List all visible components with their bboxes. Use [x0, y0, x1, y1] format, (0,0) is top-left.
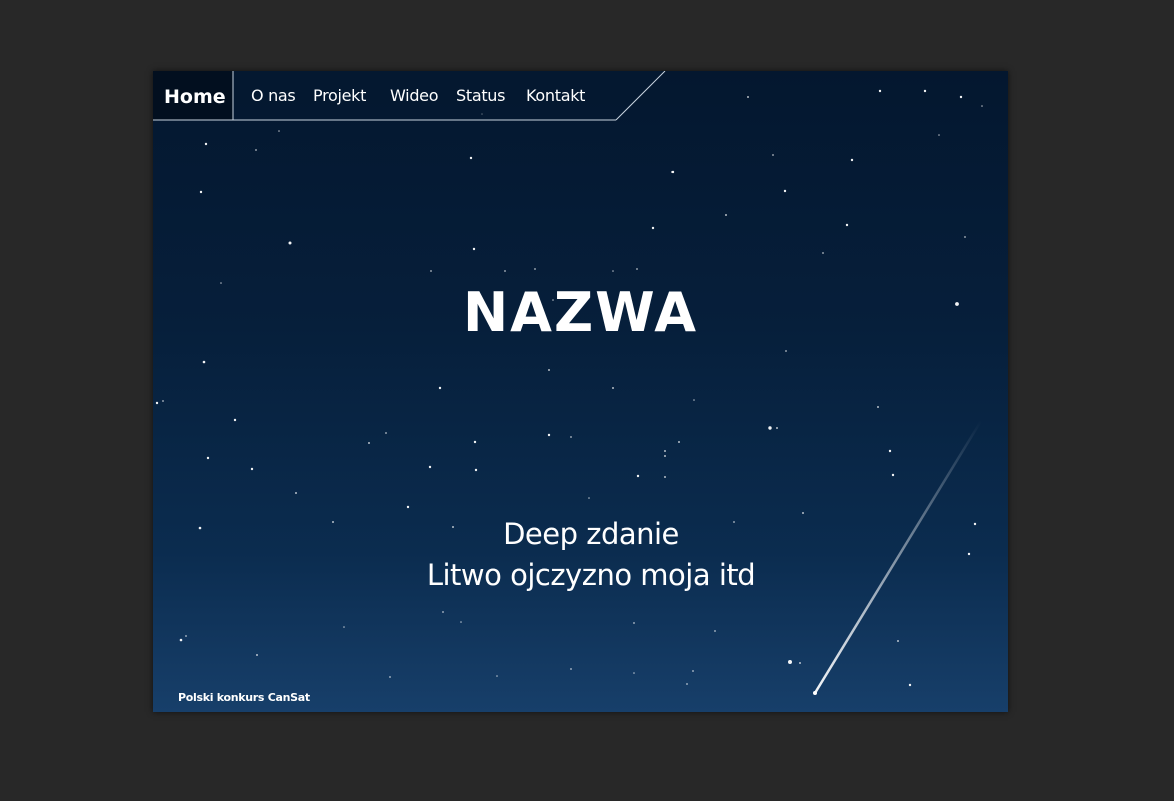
star — [202, 360, 206, 364]
star — [633, 622, 635, 624]
nav-home-link[interactable]: Home — [164, 86, 226, 108]
star — [570, 668, 572, 670]
star — [481, 113, 483, 115]
star — [783, 189, 787, 193]
star — [162, 400, 164, 402]
star — [185, 635, 187, 637]
star — [612, 270, 614, 272]
star — [938, 134, 940, 136]
star — [768, 426, 772, 430]
star — [155, 401, 159, 405]
star — [908, 683, 912, 687]
star — [278, 130, 280, 132]
star — [442, 611, 444, 613]
star — [474, 468, 478, 472]
star — [633, 672, 635, 674]
star — [250, 467, 254, 471]
star — [504, 270, 506, 272]
nav-link-o-nas[interactable]: O nas — [251, 86, 296, 105]
star — [430, 270, 432, 272]
star — [428, 465, 432, 469]
star — [473, 440, 477, 444]
nav-link-wideo[interactable]: Wideo — [390, 86, 439, 105]
star — [664, 455, 666, 457]
star — [686, 683, 688, 685]
star — [438, 386, 442, 390]
star — [255, 149, 257, 151]
star — [389, 676, 391, 678]
footer-text: Polski konkurs CanSat — [178, 691, 310, 704]
website-mockup: Home O nas Projekt Wideo Status Kontakt … — [153, 71, 1008, 712]
star — [570, 436, 572, 438]
star — [964, 236, 966, 238]
star — [496, 675, 498, 677]
star — [878, 89, 882, 93]
star — [678, 441, 680, 443]
star — [897, 640, 899, 642]
star — [891, 473, 895, 477]
star — [664, 476, 666, 478]
star — [799, 662, 801, 664]
star — [877, 406, 879, 408]
star — [256, 654, 258, 656]
star — [923, 89, 927, 93]
star — [959, 95, 963, 99]
star — [788, 660, 792, 664]
star — [772, 154, 774, 156]
star — [785, 350, 787, 352]
tagline-line-2: Litwo ojczyzno moja itd — [426, 558, 756, 592]
star — [295, 492, 297, 494]
star — [469, 156, 473, 160]
star — [588, 497, 590, 499]
star — [888, 449, 892, 453]
star — [385, 432, 387, 434]
star — [692, 670, 694, 672]
star — [747, 96, 749, 98]
star — [534, 268, 536, 270]
star — [802, 512, 804, 514]
star — [179, 638, 183, 642]
star — [636, 268, 638, 270]
star — [343, 626, 345, 628]
star — [636, 474, 640, 478]
star — [460, 621, 462, 623]
star — [199, 190, 203, 194]
star — [233, 418, 237, 422]
star — [288, 241, 292, 245]
star — [612, 387, 614, 389]
star — [671, 171, 673, 173]
star — [845, 223, 849, 227]
star — [472, 247, 476, 251]
star — [981, 105, 983, 107]
star — [368, 442, 370, 444]
star — [548, 369, 550, 371]
star — [206, 456, 210, 460]
star — [725, 214, 727, 216]
starfield-background — [155, 89, 983, 695]
star — [850, 158, 854, 162]
star — [776, 427, 778, 429]
star — [693, 399, 695, 401]
tagline-line-1: Deep zdanie — [503, 517, 679, 551]
star — [967, 552, 971, 556]
star — [651, 226, 655, 230]
star — [547, 433, 551, 437]
star — [714, 630, 716, 632]
site-logo: NAZWA — [462, 281, 699, 344]
star — [664, 450, 666, 452]
star — [822, 252, 824, 254]
star — [204, 142, 208, 146]
nav-link-projekt[interactable]: Projekt — [313, 86, 366, 105]
star — [406, 505, 410, 509]
nav-link-kontakt[interactable]: Kontakt — [526, 86, 585, 105]
nav-link-status[interactable]: Status — [456, 86, 505, 105]
